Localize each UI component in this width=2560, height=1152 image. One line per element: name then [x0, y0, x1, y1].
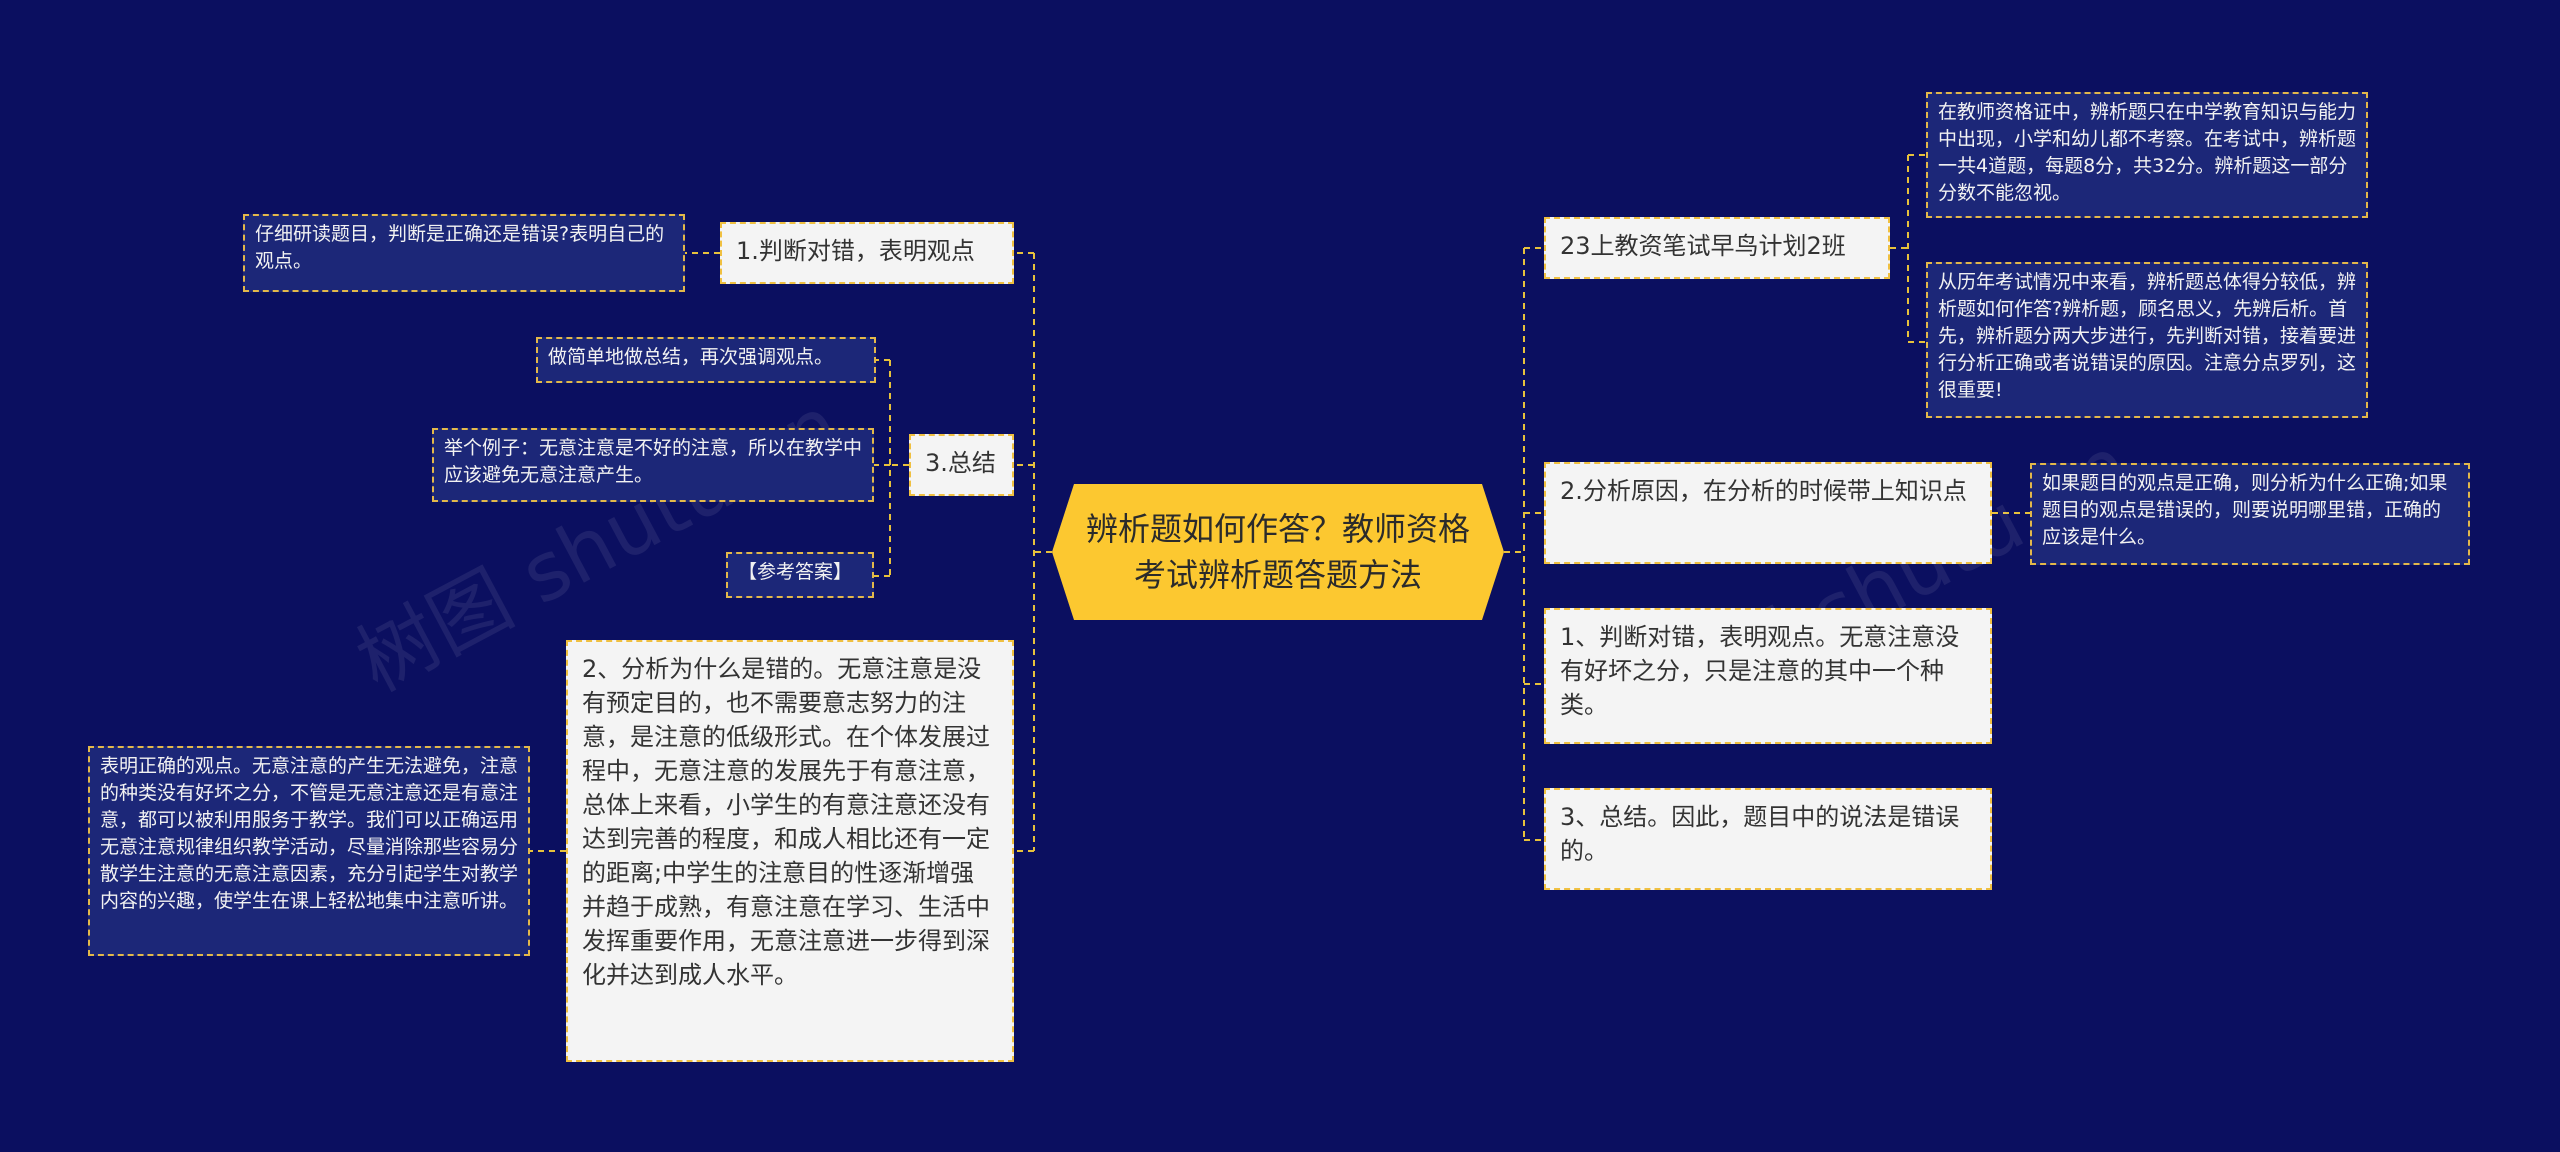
branch-summary-right[interactable]: 3、总结。因此，题目中的说法是错误的。: [1544, 788, 1992, 890]
note-summary-1[interactable]: 做简单地做总结，再次强调观点。: [536, 337, 876, 383]
note-summary-2[interactable]: 举个例子：无意注意是不好的注意，所以在教学中应该避免无意注意产生。: [432, 428, 874, 502]
note-plan-1[interactable]: 在教师资格证中，辨析题只在中学教育知识与能力中出现，小学和幼儿都不考察。在考试中…: [1926, 92, 2368, 218]
branch-judge-right[interactable]: 1、判断对错，表明观点。无意注意没有好坏之分，只是注意的其中一个种类。: [1544, 608, 1992, 744]
note-summary-3[interactable]: 【参考答案】: [726, 552, 874, 598]
note-reason[interactable]: 如果题目的观点是正确，则分析为什么正确;如果题目的观点是错误的，则要说明哪里错，…: [2030, 463, 2470, 565]
root-topic[interactable]: 辨析题如何作答？教师资格考试辨析题答题方法: [1052, 484, 1504, 620]
branch-plan[interactable]: 23上教资笔试早鸟计划2班: [1544, 217, 1890, 279]
note-judge[interactable]: 仔细研读题目，判断是正确还是错误?表明自己的观点。: [243, 214, 685, 292]
branch-analysis-left[interactable]: 2、分析为什么是错的。无意注意是没有预定目的，也不需要意志努力的注意，是注意的低…: [566, 640, 1014, 1062]
branch-judge[interactable]: 1.判断对错，表明观点: [720, 222, 1014, 284]
branch-summary[interactable]: 3.总结: [909, 434, 1014, 496]
branch-reason[interactable]: 2.分析原因，在分析的时候带上知识点: [1544, 462, 1992, 564]
note-analysis-left[interactable]: 表明正确的观点。无意注意的产生无法避免，注意的种类没有好坏之分，不管是无意注意还…: [88, 746, 530, 956]
note-plan-2[interactable]: 从历年考试情况中来看，辨析题总体得分较低，辨析题如何作答?辨析题，顾名思义，先辨…: [1926, 262, 2368, 418]
